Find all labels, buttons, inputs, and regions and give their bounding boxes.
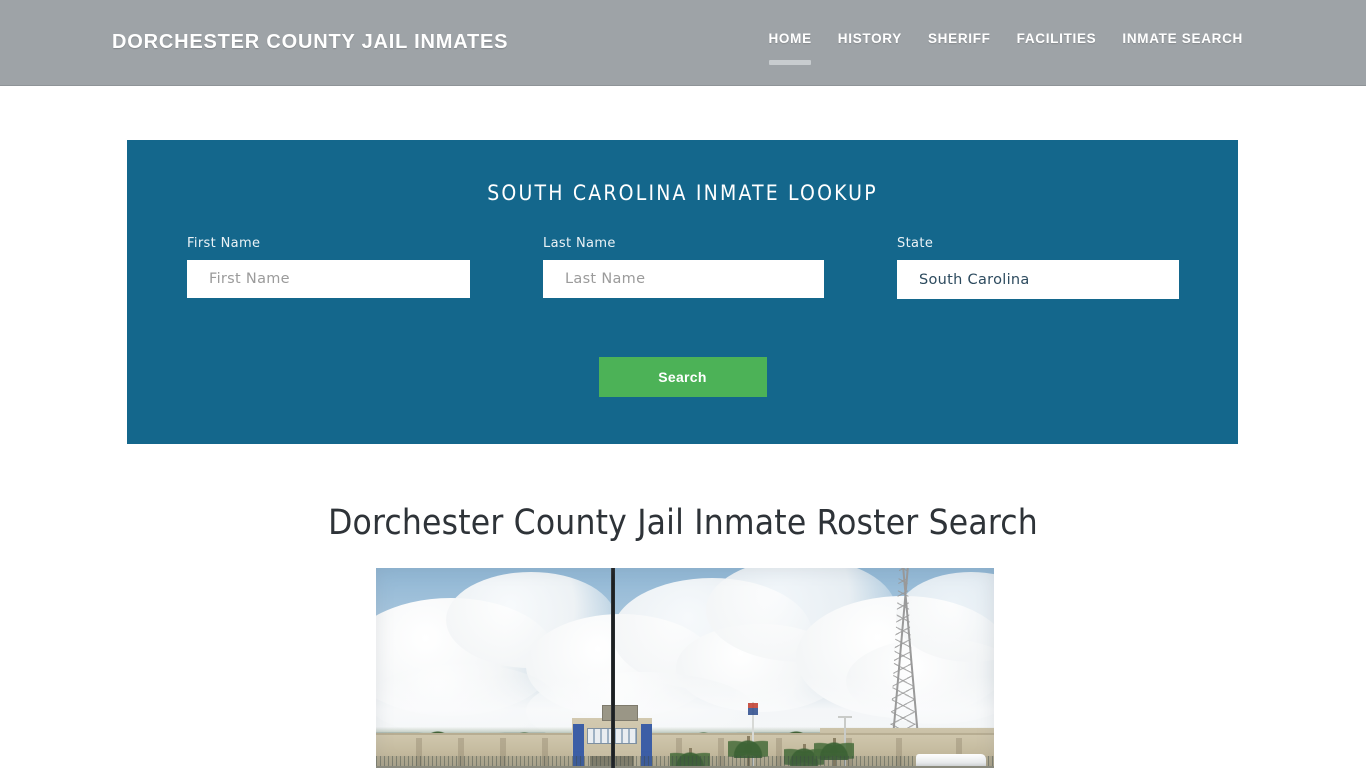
facility-photo bbox=[376, 568, 994, 768]
foreground-pole bbox=[611, 568, 615, 768]
main-navigation: HOME HISTORY SHERIFF FACILITIES INMATE S… bbox=[755, 30, 1256, 70]
nav-item-sheriff[interactable]: SHERIFF bbox=[915, 30, 1004, 70]
nav-item-home[interactable]: HOME bbox=[755, 30, 824, 70]
first-name-label: First Name bbox=[187, 236, 261, 251]
state-label: State bbox=[897, 236, 934, 251]
palm-fronds bbox=[728, 734, 768, 758]
page-title: Dorchester County Jail Inmate Roster Sea… bbox=[328, 503, 1038, 543]
inmate-lookup-panel: SOUTH CAROLINA INMATE LOOKUP First Name … bbox=[127, 140, 1238, 444]
site-brand-title[interactable]: DORCHESTER COUNTY JAIL INMATES bbox=[112, 31, 508, 54]
flag bbox=[748, 703, 758, 715]
last-name-label: Last Name bbox=[543, 236, 616, 251]
nav-item-history-label: HISTORY bbox=[837, 31, 902, 46]
state-field-group: State bbox=[897, 236, 1179, 299]
search-button[interactable]: Search bbox=[598, 357, 767, 397]
nav-item-home-label: HOME bbox=[768, 31, 812, 46]
last-name-field-group: Last Name bbox=[543, 236, 824, 298]
nav-item-inmate-search-label: INMATE SEARCH bbox=[1122, 31, 1243, 46]
site-header: DORCHESTER COUNTY JAIL INMATES HOME HIST… bbox=[0, 0, 1366, 86]
last-name-input[interactable] bbox=[543, 260, 824, 298]
roof-hvac-unit bbox=[602, 705, 638, 721]
first-name-field-group: First Name bbox=[187, 236, 470, 298]
nav-item-facilities-label: FACILITIES bbox=[1016, 31, 1097, 46]
first-name-input[interactable] bbox=[187, 260, 470, 298]
lookup-panel-title: SOUTH CAROLINA INMATE LOOKUP bbox=[487, 181, 878, 205]
nav-item-history[interactable]: HISTORY bbox=[825, 30, 915, 70]
lookup-fields-row: First Name Last Name State bbox=[127, 236, 1238, 299]
nav-item-sheriff-label: SHERIFF bbox=[927, 31, 991, 46]
state-input[interactable] bbox=[897, 260, 1179, 299]
nav-item-facilities[interactable]: FACILITIES bbox=[1004, 30, 1110, 70]
nav-item-inmate-search[interactable]: INMATE SEARCH bbox=[1109, 30, 1256, 70]
